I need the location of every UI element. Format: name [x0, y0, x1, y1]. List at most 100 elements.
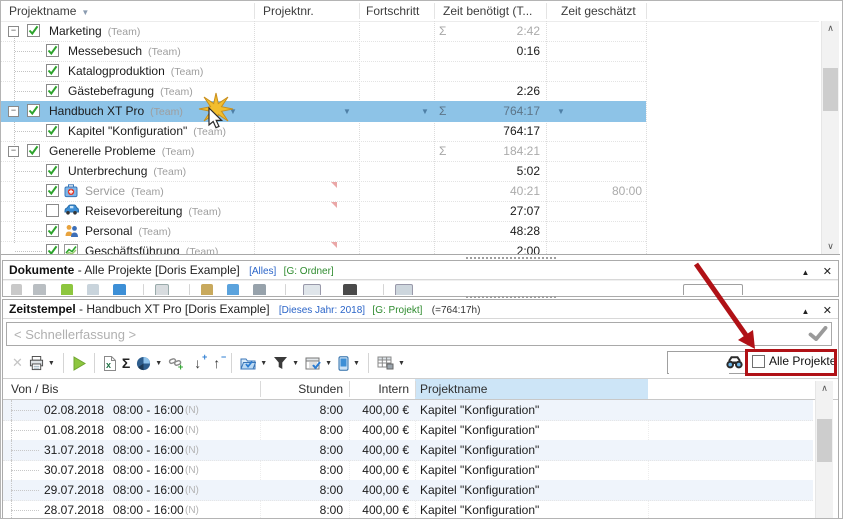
row-checkbox[interactable] [46, 124, 59, 137]
zeit-benoetigt-value: 27:07 [434, 204, 540, 218]
time-entry-row[interactable]: 01.08.201808:00 - 16:00(N)8:00400,00 €Ka… [3, 420, 813, 441]
tree-row[interactable]: Personal(Team)48:28 [1, 221, 646, 242]
row-checkbox[interactable] [46, 84, 59, 97]
tree-collapse-icon[interactable]: − [8, 146, 19, 157]
row-checkbox[interactable] [46, 164, 59, 177]
entry-intern-value: 400,00 € [345, 463, 409, 477]
cell-dropdown-icon[interactable]: ▼ [421, 107, 429, 116]
column-header-projektnr[interactable]: Projektnr. [263, 4, 314, 18]
tree-row[interactable]: Messebesuch(Team)0:16 [1, 41, 646, 62]
row-checkbox[interactable] [46, 44, 59, 57]
row-checkbox[interactable] [46, 64, 59, 77]
tree-guide-stub [11, 410, 39, 411]
panel-splitter[interactable] [466, 257, 556, 259]
check-icon[interactable] [808, 326, 828, 344]
tree-row[interactable]: Kapitel "Konfiguration"(Team)764:17 [1, 121, 646, 142]
table-icon[interactable]: ▼ [377, 352, 405, 374]
delete-icon[interactable]: ✕ [12, 352, 23, 374]
chevron-down-icon[interactable]: ▼ [292, 360, 299, 367]
tree-row[interactable]: Katalogproduktion(Team) [1, 61, 646, 82]
chevron-down-icon[interactable]: ▼ [48, 360, 55, 367]
device-icon[interactable]: ▼ [338, 352, 360, 374]
scroll-down-icon[interactable]: ∨ [822, 239, 839, 254]
column-header-zeit-geschaetzt[interactable]: Zeit geschätzt [561, 4, 636, 18]
tree-row[interactable]: Reisevorbereitung(Team)27:07 [1, 201, 646, 222]
chevron-down-icon[interactable]: ▼ [398, 360, 405, 367]
tree-collapse-icon[interactable]: − [8, 106, 19, 117]
team-suffix: (Team) [108, 26, 141, 38]
chevron-down-icon[interactable]: ▼ [325, 360, 332, 367]
team-suffix: (Team) [186, 246, 219, 254]
chevron-down-icon[interactable]: ▼ [260, 360, 267, 367]
pie-chart-icon[interactable]: ▼ [136, 352, 162, 374]
tree-scrollbar[interactable]: ∧ ∨ [821, 21, 839, 254]
tree-scrollbar-thumb[interactable] [823, 68, 838, 111]
column-header-fortschritt[interactable]: Fortschritt [366, 4, 419, 18]
scroll-up-icon[interactable]: ∧ [816, 381, 833, 396]
tree-guide-stub [15, 171, 42, 172]
project-label: Handbuch XT Pro(Team) [49, 104, 183, 118]
row-checkbox[interactable] [27, 104, 40, 117]
calendar-check-icon[interactable]: ▼ [305, 352, 332, 374]
alle-projekte-checkbox[interactable] [752, 355, 765, 368]
alle-projekte-toggle[interactable]: Alle Projekte [752, 354, 836, 368]
cell-dropdown-icon[interactable]: ▼ [557, 107, 565, 116]
scroll-up-icon[interactable]: ∧ [822, 21, 839, 36]
row-checkbox[interactable] [46, 204, 59, 217]
excel-export-icon[interactable]: x [103, 352, 116, 374]
cell-dropdown-icon[interactable]: ▼ [343, 107, 351, 116]
close-panel-icon[interactable]: ✕ [823, 305, 832, 317]
add-link-icon[interactable]: + [168, 352, 185, 374]
entry-intern-value: 400,00 € [345, 503, 409, 517]
panel-splitter[interactable] [466, 296, 556, 298]
tree-row[interactable]: Gästebefragung(Team)2:26 [1, 81, 646, 102]
row-checkbox[interactable] [46, 244, 59, 254]
tree-guide-stub [15, 131, 42, 132]
filter-icon[interactable]: ▼ [273, 352, 299, 374]
column-header-zeit-benoetigt[interactable]: Zeit benötigt (T... [443, 4, 532, 18]
tree-row[interactable]: −Marketing(Team)Σ2:42 [1, 21, 646, 42]
print-icon[interactable]: ▼ [29, 352, 55, 374]
search-input[interactable] [669, 353, 729, 374]
quick-entry-input[interactable] [6, 322, 832, 346]
time-table-scrollbar-thumb[interactable] [817, 419, 832, 462]
entry-timerange: 08:00 - 16:00 [113, 483, 184, 497]
zeitstempel-panel-header[interactable]: Zeitstempel - Handbuch XT Pro [Doris Exa… [3, 300, 838, 319]
chevron-down-icon[interactable]: ▼ [155, 360, 162, 367]
time-entry-row[interactable]: 30.07.201808:00 - 16:00(N)8:00400,00 €Ka… [3, 460, 813, 481]
column-header-projektname[interactable]: Projektname [420, 382, 487, 396]
dokumente-subtitle: - Alle Projekte [Doris Example] [78, 263, 240, 277]
time-entry-row[interactable]: 02.08.201808:00 - 16:00(N)8:00400,00 €Ka… [3, 400, 813, 421]
column-header-intern[interactable]: Intern [345, 382, 409, 396]
collapse-panel-icon[interactable]: ▲ [802, 307, 810, 316]
cell-dropdown-icon[interactable]: ▼ [229, 107, 237, 116]
close-panel-icon[interactable]: ✕ [823, 266, 832, 278]
time-entry-row[interactable]: 31.07.201808:00 - 16:00(N)8:00400,00 €Ka… [3, 440, 813, 461]
tree-row[interactable]: Geschäftsführung(Team)2:00 [1, 241, 646, 254]
dokumente-group-tag: [G: Ordner] [284, 266, 334, 277]
arrow-down-plus-icon[interactable]: ↓+ [191, 352, 204, 374]
tree-row[interactable]: Unterbrechung(Team)5:02 [1, 161, 646, 182]
time-entry-row[interactable]: 29.07.201808:00 - 16:00(N)8:00400,00 €Ka… [3, 480, 813, 501]
chevron-down-icon[interactable]: ▼ [353, 360, 360, 367]
row-checkbox[interactable] [46, 224, 59, 237]
entry-project: Kapitel "Konfiguration" [420, 423, 539, 437]
tree-row[interactable]: Service(Team)40:2180:00 [1, 181, 646, 202]
dokumente-panel-header[interactable]: Dokumente - Alle Projekte [Doris Example… [3, 261, 838, 280]
time-table-scrollbar[interactable]: ∧ [815, 381, 833, 519]
tree-row[interactable]: −Generelle Probleme(Team)Σ184:21 [1, 141, 646, 162]
column-header-stunden[interactable]: Stunden [259, 382, 343, 396]
column-header-projektname[interactable]: Projektname▼ [9, 4, 89, 18]
collapse-panel-icon[interactable]: ▲ [802, 268, 810, 277]
sum-icon[interactable]: Σ [122, 352, 130, 374]
time-entry-row[interactable]: 28.07.201808:00 - 16:00(N)8:00400,00 €Ka… [3, 500, 813, 519]
row-checkbox[interactable] [27, 144, 40, 157]
column-header-von-bis[interactable]: Von / Bis [11, 382, 58, 396]
open-folder-icon[interactable]: ▼ [240, 352, 267, 374]
row-checkbox[interactable] [27, 24, 40, 37]
row-checkbox[interactable] [46, 184, 59, 197]
play-icon[interactable] [72, 352, 86, 374]
arrow-up-minus-icon[interactable]: ↑− [210, 352, 223, 374]
tree-collapse-icon[interactable]: − [8, 26, 19, 37]
tree-row[interactable]: −Handbuch XT Pro(Team)Σ764:17▼▼▼▼ [1, 101, 646, 122]
